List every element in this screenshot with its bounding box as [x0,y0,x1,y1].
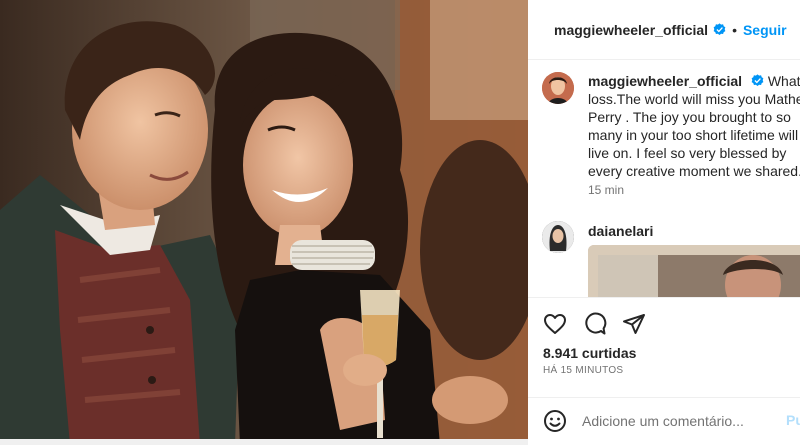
caption-username[interactable]: maggiewheeler_official [588,73,742,89]
verified-badge-icon [713,23,726,36]
comment-icon[interactable] [583,312,607,336]
caption: maggiewheeler_official What a loss.The w… [588,72,800,180]
comments-list[interactable]: maggiewheeler_official What a loss.The w… [528,61,800,297]
follow-button[interactable]: Seguir [743,22,787,38]
likes-count[interactable]: 8.941 curtidas [543,345,636,361]
instagram-post: maggiewheeler_official • Seguir maggiewh… [0,0,800,445]
verified-badge-icon [751,74,764,87]
publish-button[interactable]: Publicar [786,412,800,428]
emoji-icon[interactable] [543,409,567,433]
photo-bottom-edge [0,439,528,445]
comment-media[interactable] [588,245,800,297]
heart-icon[interactable] [543,312,567,336]
share-icon[interactable] [622,312,646,336]
post-actions: 8.941 curtidas HÁ 15 MINUTOS [528,297,800,397]
post-sidebar: maggiewheeler_official • Seguir maggiewh… [528,0,800,445]
avatar[interactable] [542,221,574,253]
post-photo[interactable] [0,0,528,445]
caption-timestamp: 15 min [588,183,625,197]
add-comment-bar: Publicar [528,397,800,445]
avatar[interactable] [542,72,574,104]
post-timestamp[interactable]: HÁ 15 MINUTOS [543,365,623,376]
post-header: maggiewheeler_official • Seguir [528,0,800,60]
comment-input[interactable] [582,408,778,434]
avatar-image [542,72,574,104]
avatar-image [542,221,574,253]
comment-media-image [588,245,800,297]
photo-illustration [0,0,528,445]
header-separator: • [732,21,737,38]
comment-username[interactable]: daianelari [588,223,653,239]
header-username[interactable]: maggiewheeler_official [554,22,708,38]
